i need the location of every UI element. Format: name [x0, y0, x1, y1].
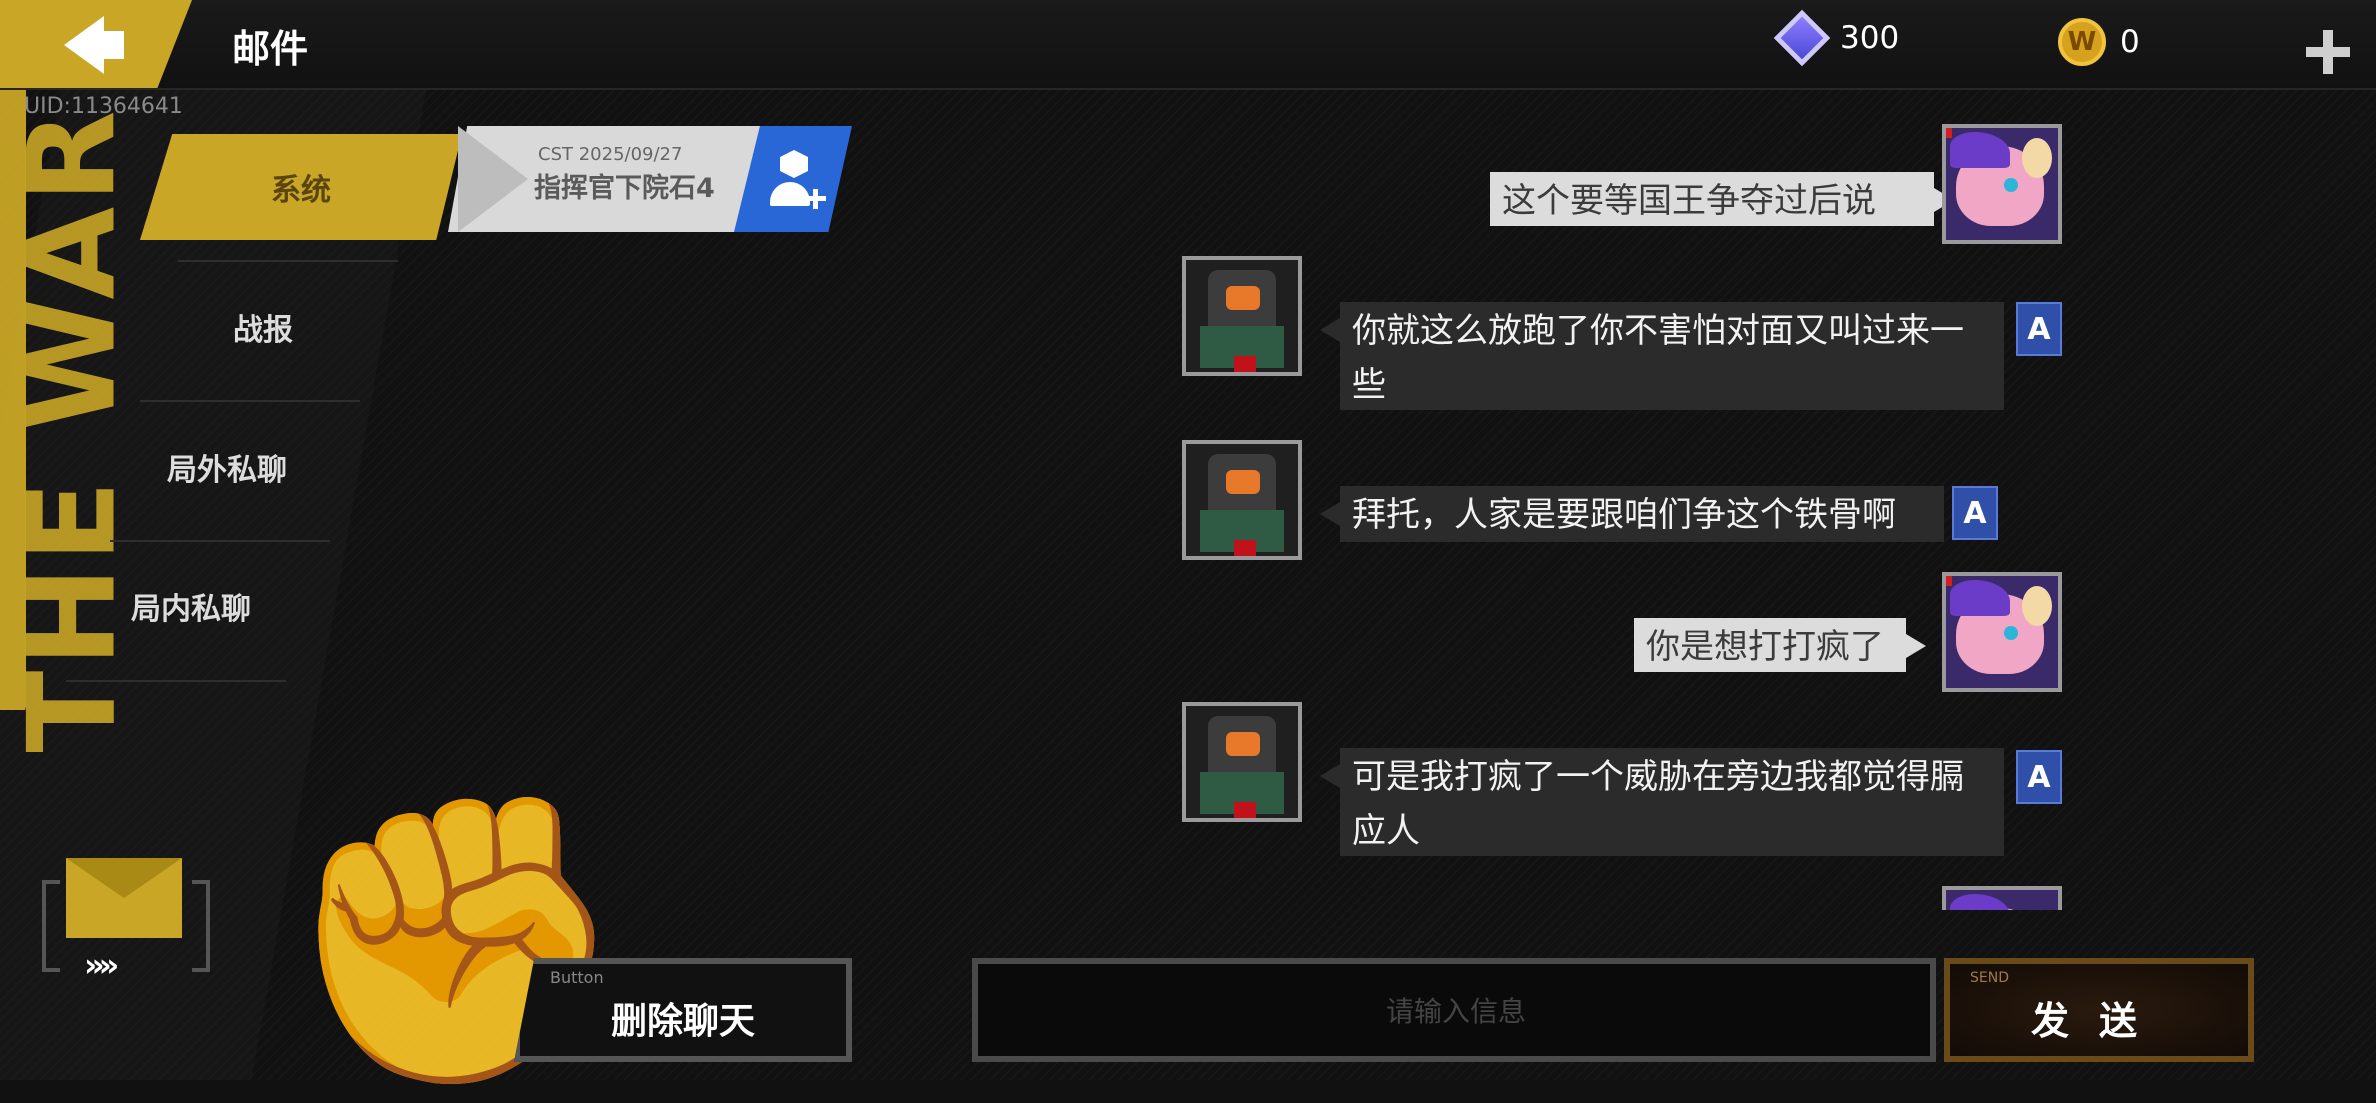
avatar-player-partial — [1942, 886, 2062, 910]
tab-outside-private-chat[interactable]: 局外私聊 — [82, 435, 372, 499]
chevrons-icon: »» — [84, 946, 119, 984]
gem-counter: 300 — [1773, 9, 1900, 67]
send-label: 发送 — [2030, 999, 2167, 1043]
message-bubble: 拜托，人家是要跟咱们争这个铁骨啊 — [1320, 486, 1944, 542]
contact-card[interactable]: CST 2025/09/27 指挥官下院石4 — [448, 126, 852, 232]
send-button[interactable]: SEND 发送 — [1944, 958, 2254, 1062]
side-decoration-text: THE WAR — [3, 106, 143, 753]
translate-icon[interactable]: A — [1952, 486, 1998, 540]
translate-icon[interactable]: A — [2016, 302, 2062, 356]
mail-icon[interactable]: »» — [42, 858, 210, 984]
tab-in-game-private-chat[interactable]: 局内私聊 — [46, 574, 336, 638]
back-arrow-shaft — [96, 31, 124, 59]
avatar-commander[interactable] — [1182, 702, 1302, 822]
delete-chat-button[interactable]: Button 删除聊天 — [514, 958, 852, 1062]
tab-battle-report[interactable]: 战报 — [118, 295, 408, 359]
contact-name: 指挥官下院石4 — [534, 173, 715, 204]
translate-icon[interactable]: A — [2016, 750, 2062, 804]
tab-divider — [110, 540, 330, 542]
coin-icon: W — [2058, 18, 2106, 66]
avatar-commander[interactable] — [1182, 440, 1302, 560]
message-bubble: 你是想打打疯了 — [1634, 618, 1926, 672]
message-bubble: 可是我打疯了一个威胁在旁边我都觉得膈应人 — [1320, 748, 2004, 856]
coin-amount: 0 — [2120, 24, 2140, 60]
gem-icon — [1773, 9, 1831, 67]
top-bar — [0, 0, 2376, 90]
message-input[interactable] — [978, 964, 1934, 1058]
user-id: UID:11364641 — [24, 94, 183, 119]
tab-divider — [140, 400, 360, 402]
page-title: 邮件 — [232, 27, 309, 71]
gem-amount: 300 — [1840, 20, 1900, 56]
avatar-commander[interactable] — [1182, 256, 1302, 376]
message-input-box — [972, 958, 1936, 1062]
tab-divider — [66, 680, 286, 682]
message-bubble: 你就这么放跑了你不害怕对面又叫过来一些 — [1320, 302, 2004, 410]
send-caption: SEND — [1970, 970, 2009, 986]
add-currency-plus-icon[interactable] — [2306, 30, 2350, 74]
avatar-player[interactable] — [1942, 572, 2062, 692]
coin-counter: W 0 — [2058, 18, 2140, 66]
tab-divider — [178, 260, 398, 262]
fist-emblem-icon: ✊ — [280, 777, 629, 1103]
avatar-player[interactable] — [1942, 124, 2062, 244]
tab-system[interactable]: 系统 — [140, 134, 462, 240]
add-friend-icon — [780, 150, 808, 178]
contact-selected-arrow-icon — [458, 126, 528, 232]
button-caption: Button — [550, 968, 604, 987]
contact-date: CST 2025/09/27 — [538, 144, 683, 165]
delete-chat-label: 删除聊天 — [610, 1001, 755, 1042]
message-bubble: 这个要等国王争夺过后说 — [1490, 172, 1954, 226]
